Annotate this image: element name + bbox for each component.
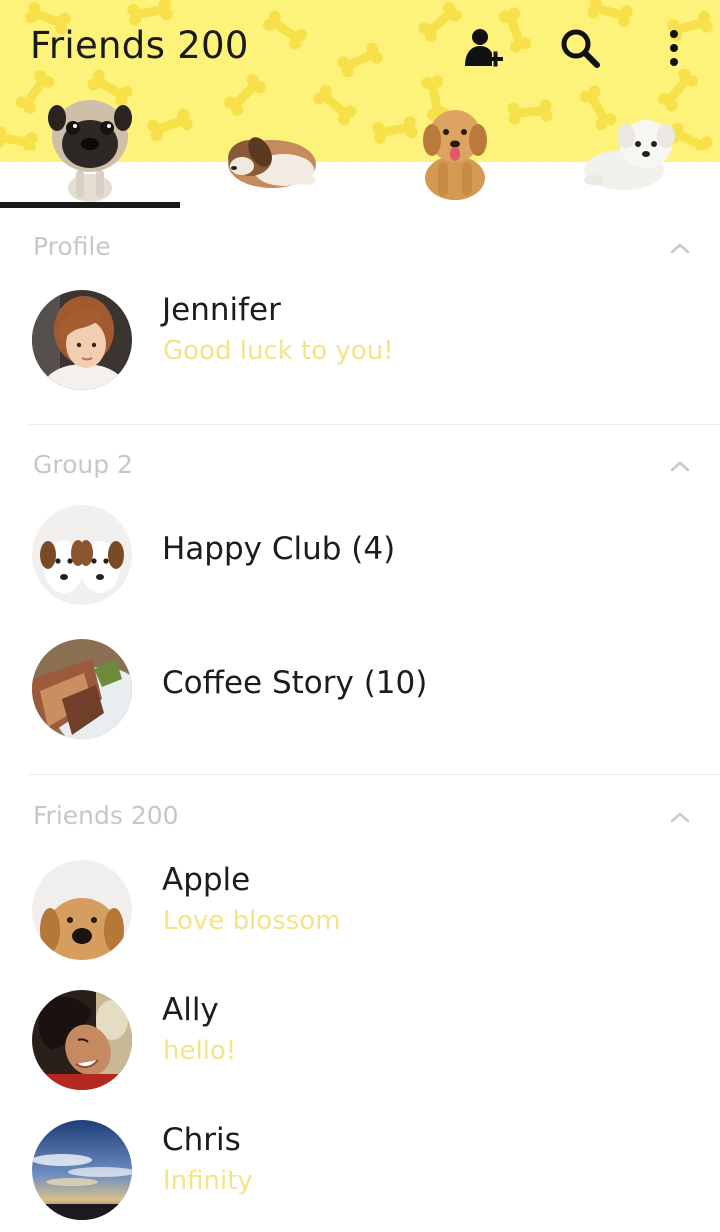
divider	[29, 424, 720, 425]
add-friend-button[interactable]	[460, 24, 508, 72]
avatar	[32, 860, 132, 960]
group-name: Happy Club (4)	[162, 531, 396, 567]
friend-name: Apple	[162, 862, 251, 898]
tab-timeline[interactable]	[410, 92, 500, 204]
friend-row[interactable]: Ally hello!	[0, 980, 720, 1100]
tab-selected-indicator	[0, 202, 180, 208]
friend-status-message: Infinity	[163, 1166, 253, 1196]
section-header-friends: Friends 200	[0, 791, 720, 847]
avatar	[32, 1120, 132, 1220]
golden-puppy-icon	[423, 110, 487, 200]
divider	[29, 774, 720, 775]
friend-status-message: hello!	[163, 1036, 237, 1066]
group-avatar	[32, 505, 132, 605]
section-label: Friends 200	[33, 801, 179, 830]
group-name: Coffee Story (10)	[162, 665, 428, 701]
pug-icon	[48, 100, 132, 202]
chevron-up-icon[interactable]	[664, 454, 696, 478]
tab-more[interactable]	[580, 92, 680, 204]
friend-row[interactable]: Apple Love blossom	[0, 850, 720, 970]
group-row[interactable]: Happy Club (4)	[0, 495, 720, 615]
search-button[interactable]	[556, 24, 604, 72]
search-icon	[561, 29, 600, 68]
friend-row[interactable]: Chris Infinity	[0, 1110, 720, 1230]
avatar	[32, 290, 132, 390]
white-puppy-icon	[584, 120, 675, 190]
chevron-up-icon[interactable]	[664, 236, 696, 260]
section-label: Group 2	[33, 450, 133, 479]
add-friend-icon	[465, 29, 503, 67]
section-header-profile: Profile	[0, 222, 720, 278]
friend-name: Chris	[162, 1122, 241, 1158]
more-vertical-icon	[670, 30, 678, 66]
tab-chats[interactable]	[220, 92, 320, 204]
beagle-icon	[228, 137, 316, 188]
chevron-up-icon[interactable]	[664, 805, 696, 829]
section-label: Profile	[33, 232, 111, 261]
friend-name: Ally	[162, 992, 219, 1028]
page-title: Friends 200	[30, 24, 249, 67]
section-header-groups: Group 2	[0, 440, 720, 496]
profile-status-message: Good luck to you!	[163, 336, 394, 366]
profile-name: Jennifer	[162, 292, 281, 328]
avatar	[32, 990, 132, 1090]
header: Friends 200	[0, 0, 720, 210]
group-row[interactable]: Coffee Story (10)	[0, 629, 720, 749]
more-options-button[interactable]	[650, 24, 698, 72]
tab-friends[interactable]	[40, 92, 140, 204]
friend-status-message: Love blossom	[163, 906, 341, 936]
profile-row[interactable]: Jennifer Good luck to you!	[0, 280, 720, 400]
group-avatar	[32, 639, 132, 739]
